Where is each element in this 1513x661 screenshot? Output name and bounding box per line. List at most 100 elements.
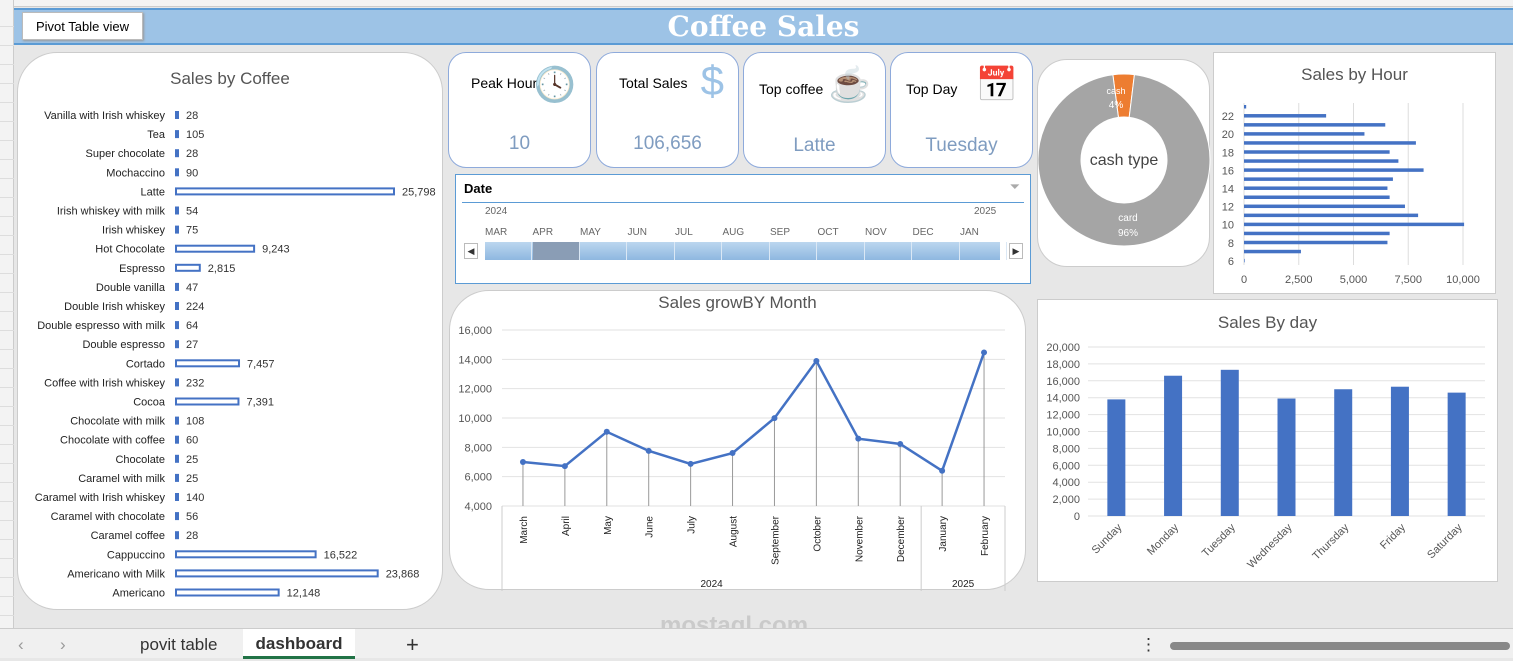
scroll-right-button[interactable]: ▶ — [1009, 243, 1023, 259]
data-label: 47 — [186, 282, 198, 294]
row-header[interactable] — [0, 559, 14, 578]
slicer-month[interactable]: MAY — [580, 227, 601, 238]
row-header[interactable] — [0, 350, 14, 369]
x-tick-label: 7,500 — [1394, 274, 1422, 286]
pivot-table-view-button[interactable]: Pivot Table view — [22, 12, 143, 40]
slicer-month[interactable]: JAN — [960, 227, 979, 238]
row-header[interactable] — [0, 293, 14, 312]
y-tick-label: 14,000 — [1046, 393, 1080, 405]
clear-filter-icon[interactable]: ⏷ — [1010, 179, 1020, 195]
row-header[interactable] — [0, 369, 14, 388]
row-header[interactable] — [0, 8, 14, 27]
slicer-year: 2025 — [974, 206, 997, 217]
row-header[interactable] — [0, 274, 14, 293]
scroll-left-button[interactable]: ◀ — [464, 243, 478, 259]
row-header[interactable] — [0, 502, 14, 521]
timeline-segment[interactable] — [675, 242, 722, 260]
category-label: Americano — [112, 588, 165, 600]
row-header[interactable] — [0, 84, 14, 103]
bar — [1107, 399, 1126, 516]
category-label: Caramel with Irish whiskey — [35, 492, 166, 504]
category-label: Cocoa — [133, 397, 166, 409]
timeline-segment[interactable] — [580, 242, 627, 260]
y-tick-label: 10 — [1222, 220, 1234, 232]
bar — [1244, 258, 1245, 263]
dollar-icon: $ — [700, 57, 724, 104]
timeline-segment[interactable] — [723, 242, 770, 260]
row-header[interactable] — [0, 483, 14, 502]
prev-sheet-button[interactable]: ‹ — [18, 629, 24, 659]
row-header[interactable] — [0, 65, 14, 84]
data-label: 75 — [186, 225, 198, 237]
slicer-month[interactable]: MAR — [485, 227, 507, 238]
slicer-month[interactable]: AUG — [723, 227, 745, 238]
row-header[interactable] — [0, 198, 14, 217]
row-header[interactable] — [0, 388, 14, 407]
timeline-segment[interactable] — [628, 242, 675, 260]
y-tick-label: 8,000 — [1052, 443, 1080, 455]
timeline-segment[interactable] — [913, 242, 960, 260]
timeline-segment[interactable] — [960, 242, 1007, 260]
date-timeline-slicer[interactable]: Date ⏷ 2024 2025 MAR APR MAY JUN JUL AUG SEP OC… — [455, 174, 1031, 284]
row-header[interactable] — [0, 255, 14, 274]
y-tick-label: 10,000 — [1046, 427, 1080, 439]
slicer-month[interactable]: JUL — [675, 227, 693, 238]
y-tick-label: 14 — [1222, 183, 1234, 195]
row-header[interactable] — [0, 331, 14, 350]
bar — [1244, 213, 1419, 218]
tab-dashboard[interactable]: dashboard — [243, 629, 355, 659]
row-header[interactable] — [0, 179, 14, 198]
row-header[interactable] — [0, 578, 14, 597]
more-options-icon[interactable]: ⋮ — [1140, 629, 1157, 659]
slicer-month[interactable]: NOV — [865, 227, 887, 238]
category-label: Double vanilla — [96, 282, 166, 294]
bar — [175, 282, 179, 291]
row-header[interactable] — [0, 122, 14, 141]
tab-povit-table[interactable]: povit table — [140, 629, 218, 659]
y-tick-label: 6,000 — [1052, 460, 1080, 472]
timeline-segment[interactable] — [865, 242, 912, 260]
slicer-month[interactable]: OCT — [818, 227, 839, 238]
row-header[interactable] — [0, 46, 14, 65]
sales-by-hour-chart: 0 2,500 5,000 7,500 10,000 6 8 10 12 14 16 18 20 22 — [1222, 103, 1480, 286]
slicer-month[interactable]: JUN — [628, 227, 647, 238]
row-header[interactable] — [0, 597, 14, 616]
kpi-peak-hour: Peak Hour 🕓 10 — [448, 52, 591, 168]
cash-type-panel: cash type cash 4% card 96% — [1037, 59, 1211, 267]
row-header[interactable] — [0, 236, 14, 255]
row-header[interactable] — [0, 217, 14, 236]
bar — [175, 130, 179, 139]
row-header[interactable] — [0, 141, 14, 160]
next-sheet-button[interactable]: › — [60, 629, 66, 659]
timeline-bar[interactable] — [485, 242, 1007, 260]
x-tick-label: June — [645, 516, 656, 538]
timeline-segment[interactable] — [818, 242, 865, 260]
row-header[interactable] — [0, 426, 14, 445]
row-header[interactable] — [0, 312, 14, 331]
row-header[interactable] — [0, 27, 14, 46]
x-tick-label: January — [938, 516, 949, 552]
slicer-month[interactable]: APR — [533, 227, 554, 238]
slice-name: cash — [1106, 86, 1125, 96]
row-header[interactable] — [0, 407, 14, 426]
row-header[interactable] — [0, 160, 14, 179]
row-header[interactable] — [0, 521, 14, 540]
row-header[interactable] — [0, 445, 14, 464]
timeline-segment[interactable] — [532, 242, 580, 260]
bar — [1244, 240, 1388, 245]
slicer-month[interactable]: SEP — [770, 227, 790, 238]
y-tick-label: 22 — [1222, 111, 1234, 123]
category-label: Caramel with milk — [78, 473, 165, 485]
row-header[interactable] — [0, 464, 14, 483]
row-header[interactable] — [0, 540, 14, 559]
timeline-segment[interactable] — [770, 242, 817, 260]
timeline-segment[interactable] — [485, 242, 532, 260]
add-sheet-button[interactable]: + — [406, 629, 419, 659]
horizontal-scrollbar[interactable] — [1170, 642, 1510, 650]
dashboard-title: Coffee Sales — [14, 8, 1513, 45]
category-label: Tea — [147, 129, 166, 141]
data-point — [897, 440, 904, 447]
row-header[interactable] — [0, 103, 14, 122]
slicer-month[interactable]: DEC — [913, 227, 934, 238]
coffee-cup-icon: ☕ — [828, 66, 871, 104]
